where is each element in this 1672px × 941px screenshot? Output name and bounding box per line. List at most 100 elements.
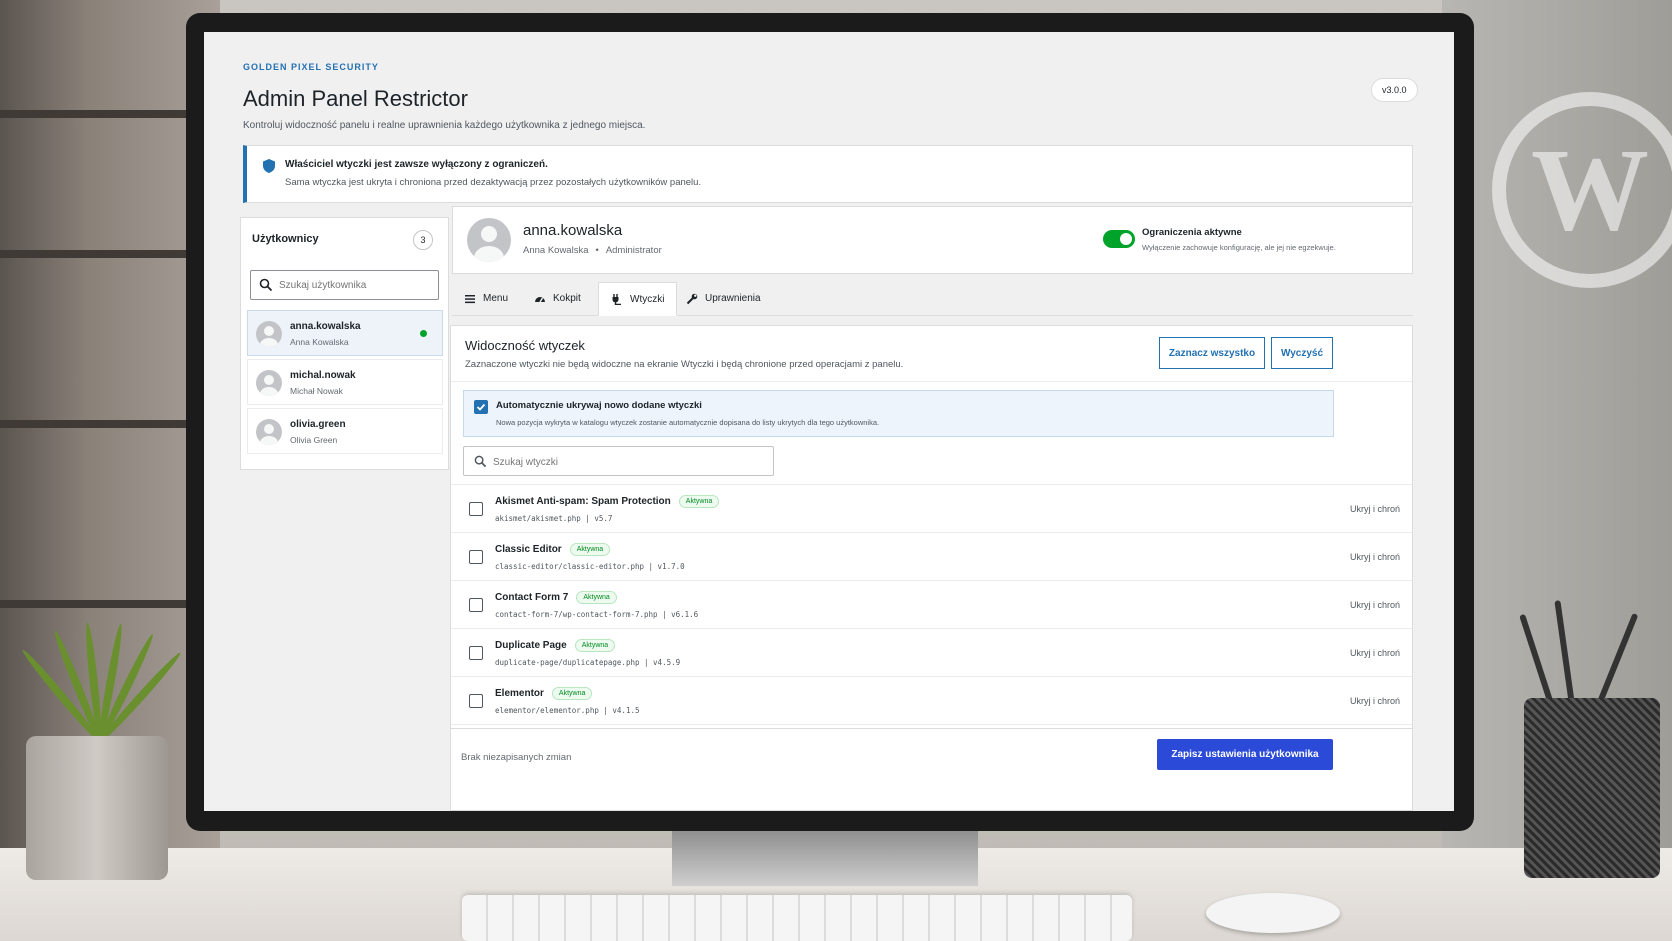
unsaved-status: Brak niezapisanych zmian xyxy=(461,752,572,763)
search-icon xyxy=(259,278,273,292)
meta-separator: • xyxy=(595,245,599,256)
plugin-name: Elementor xyxy=(495,688,544,699)
plugin-row-akismet: Akismet Anti-spam: Spam Protection Aktywn… xyxy=(451,485,1412,533)
user-item-anna[interactable]: anna.kowalska Anna Kowalska xyxy=(247,310,443,356)
notice-title: Właściciel wtyczki jest zawsze wyłączony… xyxy=(285,159,548,170)
selected-user-name: Anna Kowalska xyxy=(523,245,589,256)
select-all-button[interactable]: Zaznacz wszystko xyxy=(1159,337,1265,369)
plugin-row-elementor: Elementor Aktywna elementor/elementor.php… xyxy=(451,677,1412,725)
user-name: Michał Nowak xyxy=(290,386,343,396)
user-search-box[interactable] xyxy=(250,270,439,300)
auto-hide-description: Nowa pozycja wykryta w katalogu wtyczek … xyxy=(496,418,880,427)
keyboard xyxy=(462,895,1132,941)
avatar xyxy=(256,370,282,396)
shelf xyxy=(0,250,200,258)
menu-icon xyxy=(465,294,475,303)
plugin-search-box[interactable] xyxy=(463,446,774,476)
plugin-icon xyxy=(612,294,621,305)
shelf xyxy=(0,420,200,428)
status-badge: Aktywna xyxy=(574,639,616,652)
avatar xyxy=(256,321,282,347)
plugin-checkbox[interactable] xyxy=(469,550,483,564)
selected-user-header: anna.kowalska Anna Kowalska • Administrato… xyxy=(452,206,1413,274)
card-description: Zaznaczone wtyczki nie będą widoczne na … xyxy=(465,359,904,370)
page-description: Kontroluj widoczność panelu i realne upr… xyxy=(243,120,646,131)
plugin-name-wrap: Contact Form 7 Aktywna xyxy=(495,591,617,604)
user-search-input[interactable] xyxy=(279,276,429,294)
user-item-olivia[interactable]: olivia.green Olivia Green xyxy=(247,408,443,454)
shield-icon xyxy=(263,159,275,173)
plant xyxy=(19,622,184,745)
plugin-row-contact-form-7: Contact Form 7 Aktywna contact-form-7/wp-… xyxy=(451,581,1412,629)
tab-dashboard[interactable]: Kokpit xyxy=(522,282,593,315)
plugin-name: Duplicate Page xyxy=(495,640,567,651)
selected-user-login: anna.kowalska xyxy=(523,222,623,239)
dashboard-icon xyxy=(535,296,545,302)
shelf xyxy=(0,600,200,608)
user-name: Anna Kowalska xyxy=(290,337,349,347)
plugin-path: elementor/elementor.php | v4.1.5 xyxy=(495,706,640,715)
users-count-badge: 3 xyxy=(413,230,433,250)
checkmark-icon xyxy=(476,403,486,411)
status-badge: Aktywna xyxy=(551,687,593,700)
plugin-checkbox[interactable] xyxy=(469,646,483,660)
plugin-name-wrap: Classic Editor Aktywna xyxy=(495,543,611,556)
plugin-path: akismet/akismet.php | v5.7 xyxy=(495,514,613,523)
settings-tabs: Menu Kokpit Wtyczki Uprawnienia xyxy=(452,282,1413,316)
selected-user-meta: Anna Kowalska • Administrator xyxy=(523,245,662,256)
status-badge: Aktywna xyxy=(678,495,720,508)
user-item-michal[interactable]: michal.nowak Michał Nowak xyxy=(247,359,443,405)
user-login: olivia.green xyxy=(290,419,346,430)
mouse xyxy=(1206,893,1340,933)
clear-button[interactable]: Wyczyść xyxy=(1271,337,1333,369)
tab-label: Menu xyxy=(483,293,509,304)
restrictions-toggle-description: Wyłączenie zachowuje konfigurację, ale j… xyxy=(1142,243,1336,252)
plugin-name-wrap: Elementor Aktywna xyxy=(495,687,593,700)
hide-protect-label: Ukryj i chroń xyxy=(1349,648,1400,658)
tab-permissions[interactable]: Uprawnienia xyxy=(674,282,773,315)
users-panel: Użytkownicy 3 anna.kowalska Anna Kowalsk… xyxy=(240,217,449,470)
tab-plugins[interactable]: Wtyczki xyxy=(598,282,678,316)
app-screen: GOLDEN PIXEL SECURITY Admin Panel Restri… xyxy=(204,32,1454,811)
save-user-settings-button[interactable]: Zapisz ustawienia użytkownika xyxy=(1157,739,1333,770)
plugin-checkbox[interactable] xyxy=(469,502,483,516)
avatar xyxy=(256,419,282,445)
user-login: anna.kowalska xyxy=(290,321,361,332)
restrictions-toggle[interactable] xyxy=(1103,230,1135,248)
version-badge: v3.0.0 xyxy=(1371,78,1418,102)
auto-hide-checkbox[interactable] xyxy=(474,400,488,414)
plugin-row-classic-editor: Classic Editor Aktywna classic-editor/cla… xyxy=(451,533,1412,581)
plugin-path: duplicate-page/duplicatepage.php | v4.5.… xyxy=(495,658,681,667)
plugin-name-wrap: Akismet Anti-spam: Spam Protection Aktywn… xyxy=(495,495,720,508)
plugin-row-duplicate-page: Duplicate Page Aktywna duplicate-page/dup… xyxy=(451,629,1412,677)
plugin-search-input[interactable] xyxy=(493,453,753,471)
plugin-name-wrap: Duplicate Page Aktywna xyxy=(495,639,616,652)
plugin-path: contact-form-7/wp-contact-form-7.php | v… xyxy=(495,610,699,619)
plugin-checkbox[interactable] xyxy=(469,598,483,612)
divider xyxy=(451,381,1412,382)
auto-hide-label: Automatycznie ukrywaj nowo dodane wtyczk… xyxy=(496,400,702,411)
plugin-name: Classic Editor xyxy=(495,544,562,555)
hide-protect-label: Ukryj i chroń xyxy=(1349,504,1400,514)
pen-cup xyxy=(1524,698,1660,878)
tab-menu[interactable]: Menu xyxy=(452,282,520,315)
tab-label: Kokpit xyxy=(553,293,581,304)
plugin-checkbox[interactable] xyxy=(469,694,483,708)
hide-protect-label: Ukryj i chroń xyxy=(1349,600,1400,610)
status-badge: Aktywna xyxy=(576,591,617,604)
user-name: Olivia Green xyxy=(290,435,338,445)
search-icon xyxy=(474,455,487,468)
status-badge: Aktywna xyxy=(569,543,611,556)
tab-label: Uprawnienia xyxy=(705,293,761,304)
users-title: Użytkownicy xyxy=(252,233,319,245)
hide-protect-label: Ukryj i chroń xyxy=(1349,552,1400,562)
wrench-icon xyxy=(686,293,698,304)
tab-label: Wtyczki xyxy=(630,293,665,305)
monitor: GOLDEN PIXEL SECURITY Admin Panel Restri… xyxy=(186,13,1474,831)
plugin-name: Akismet Anti-spam: Spam Protection xyxy=(495,496,671,507)
notice-text: Sama wtyczka jest ukryta i chroniona prz… xyxy=(285,177,702,188)
save-bar: Brak niezapisanych zmian Zapisz ustawien… xyxy=(450,728,1413,811)
plugin-path: classic-editor/classic-editor.php | v1.7… xyxy=(495,562,685,571)
active-status-dot xyxy=(420,330,427,337)
hide-protect-label: Ukryj i chroń xyxy=(1349,696,1400,706)
